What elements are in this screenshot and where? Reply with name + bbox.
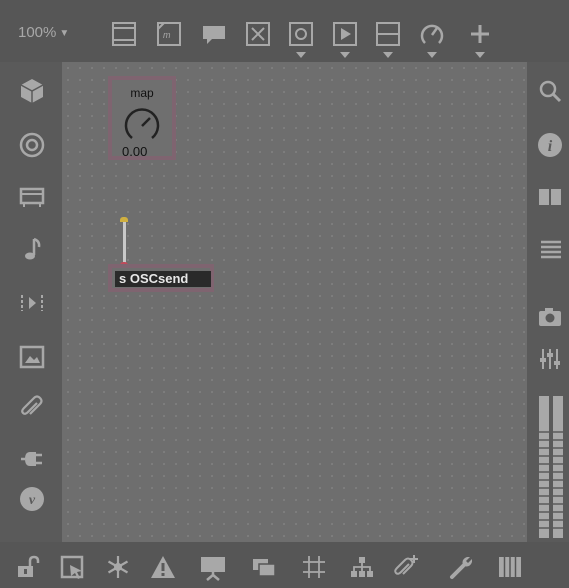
package-icon[interactable]	[17, 76, 47, 106]
dial-object[interactable]: map 0.00	[108, 76, 176, 160]
music-note-icon[interactable]	[17, 234, 47, 264]
patcher-canvas[interactable]: map 0.00 s OSCsend	[62, 62, 527, 542]
warning-icon[interactable]	[149, 553, 177, 581]
svg-text:v: v	[29, 493, 36, 508]
presentation-icon[interactable]	[110, 20, 138, 48]
layers-icon[interactable]	[250, 553, 278, 581]
dial-value: 0.00	[122, 144, 148, 159]
add-icon[interactable]	[466, 20, 494, 48]
freeze-icon[interactable]	[104, 553, 132, 581]
clip-add-icon[interactable]	[392, 553, 420, 581]
play-icon[interactable]	[331, 20, 359, 48]
image-icon[interactable]	[17, 342, 47, 372]
bottom-toolbar	[0, 542, 569, 588]
plug-icon[interactable]	[17, 444, 47, 474]
grid-icon[interactable]	[300, 553, 328, 581]
send-object[interactable]: s OSCsend	[115, 271, 211, 287]
info-icon[interactable]: i	[535, 130, 565, 160]
slider-menu-caret[interactable]	[383, 52, 393, 58]
presentation-mode-icon[interactable]	[199, 553, 227, 581]
right-sidebar: i	[527, 62, 569, 542]
button-menu-caret[interactable]	[296, 52, 306, 58]
edit-select-icon[interactable]	[58, 553, 86, 581]
chevron-down-icon: ▼	[59, 28, 70, 39]
zoom-label: 100%	[18, 24, 57, 41]
left-sidebar: v	[0, 62, 62, 542]
camera-icon[interactable]	[535, 302, 565, 332]
list-icon[interactable]	[535, 234, 565, 264]
slider-icon[interactable]	[374, 20, 402, 48]
wrench-icon[interactable]	[448, 553, 476, 581]
patch-cord[interactable]	[123, 222, 126, 264]
vimeo-icon[interactable]: v	[17, 484, 47, 514]
device-icon[interactable]	[17, 182, 47, 212]
button-icon[interactable]	[287, 20, 315, 48]
columns-icon[interactable]	[535, 182, 565, 212]
toolbar: 100% ▼ m	[0, 0, 569, 62]
paperclip-icon[interactable]	[17, 392, 47, 422]
step-icon[interactable]	[17, 288, 47, 318]
zoom-selector[interactable]: 100% ▼	[18, 24, 69, 41]
dial-knob[interactable]	[122, 104, 162, 144]
lock-icon[interactable]	[13, 553, 41, 581]
keyboard-icon[interactable]	[496, 553, 524, 581]
comment-icon[interactable]: m	[155, 20, 183, 48]
mixer-icon[interactable]	[535, 344, 565, 374]
play-menu-caret[interactable]	[340, 52, 350, 58]
svg-text:m: m	[163, 30, 171, 40]
target-icon[interactable]	[17, 130, 47, 160]
dial-title: map	[130, 86, 154, 100]
dial-menu-caret[interactable]	[427, 52, 437, 58]
search-icon[interactable]	[535, 76, 565, 106]
dial-icon[interactable]	[418, 20, 446, 48]
hierarchy-icon[interactable]	[348, 553, 376, 581]
message-icon[interactable]	[200, 20, 228, 48]
add-menu-caret[interactable]	[475, 52, 485, 58]
send-object-selection[interactable]: s OSCsend	[108, 264, 214, 292]
svg-text:i: i	[548, 138, 553, 155]
toggle-icon[interactable]	[244, 20, 272, 48]
level-meter-icon[interactable]	[537, 396, 565, 538]
